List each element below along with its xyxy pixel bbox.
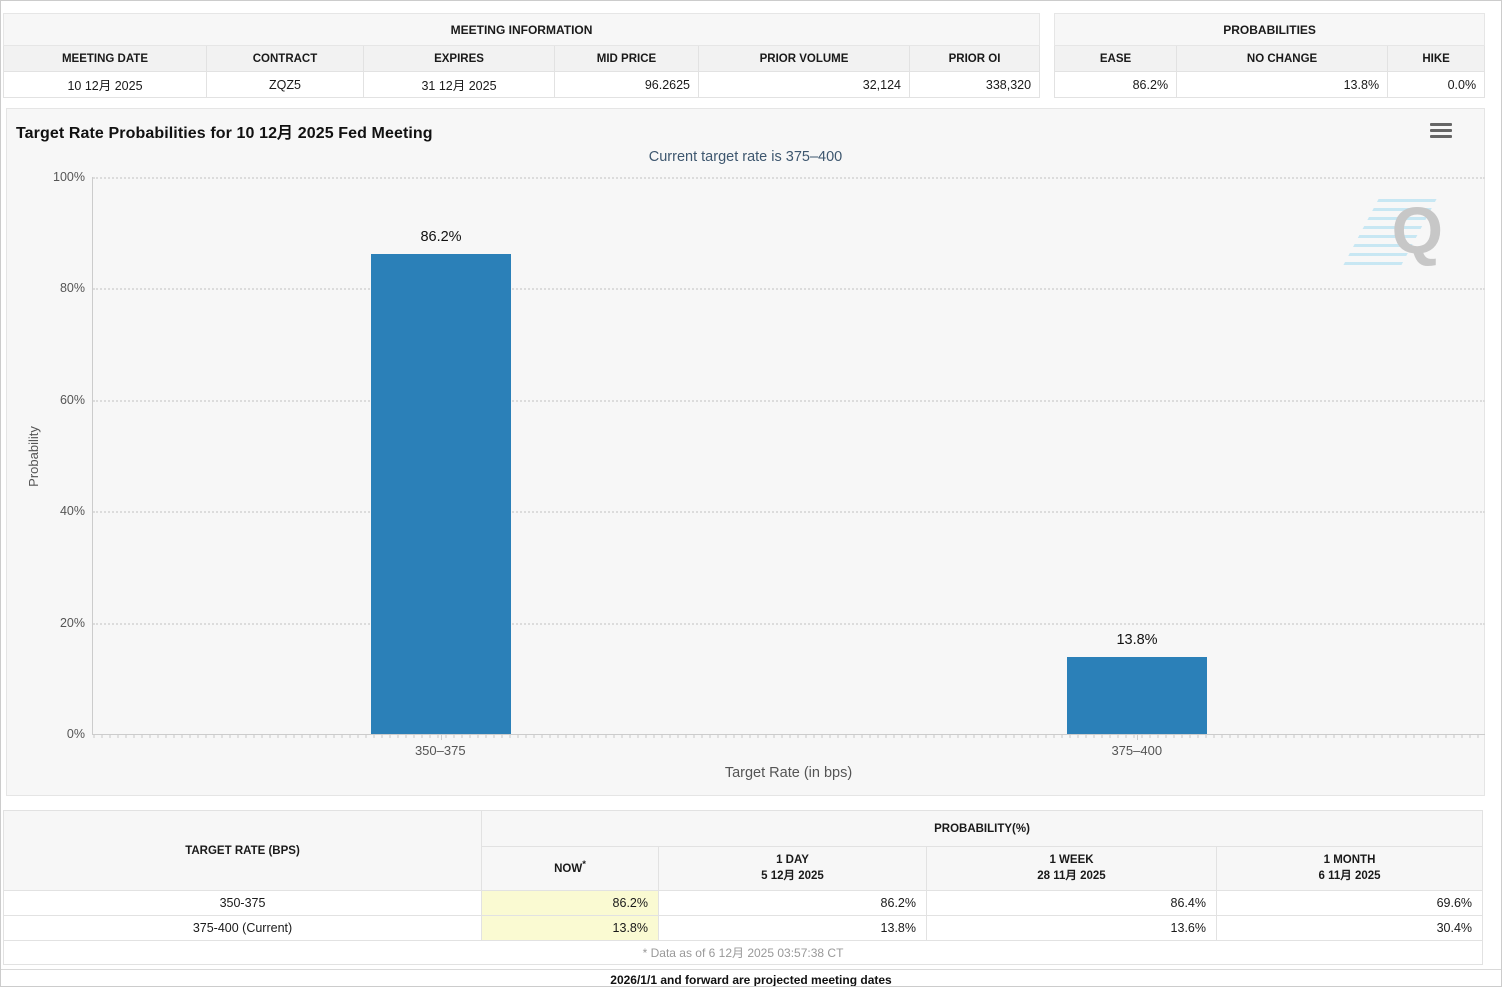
chart-title: Target Rate Probabilities for 10 12月 202…	[16, 119, 433, 143]
header-probability-pct: PROBABILITY(%)	[482, 811, 1483, 847]
table-row: 350-375 86.2% 86.2% 86.4% 69.6%	[4, 891, 1483, 916]
table-row: 375-400 (Current) 13.8% 13.8% 13.6% 30.4…	[4, 916, 1483, 941]
col-contract: CONTRACT	[207, 46, 364, 72]
mid-price-value: 96.2625	[555, 72, 699, 98]
col-mid-price: MID PRICE	[555, 46, 699, 72]
meeting-information-table: MEETING INFORMATION MEETING DATE CONTRAC…	[3, 13, 1040, 98]
plot-area: 0%20%40%60%80%100% 86.2%13.8% Q	[92, 177, 1485, 735]
projected-meeting-dates-note: 2026/1/1 and forward are projected meeti…	[1, 969, 1501, 987]
y-axis-title: Probability	[25, 177, 41, 735]
row2-1week: 13.6%	[927, 916, 1217, 941]
row1-1week: 86.4%	[927, 891, 1217, 916]
y-tick-label: 40%	[60, 504, 85, 518]
probability-history-table: TARGET RATE (BPS) PROBABILITY(%) NOW* 1 …	[3, 810, 1483, 965]
row2-1month: 30.4%	[1217, 916, 1483, 941]
prior-volume-value: 32,124	[699, 72, 910, 98]
col-prior-oi: PRIOR OI	[910, 46, 1040, 72]
expires-value: 31 12月 2025	[364, 72, 555, 98]
col-hike: HIKE	[1388, 46, 1485, 72]
col-1-week: 1 WEEK28 11月 2025	[927, 847, 1217, 891]
bar-series: 86.2% 13.8%	[93, 177, 1485, 734]
probability-history-panel: TARGET RATE (BPS) PROBABILITY(%) NOW* 1 …	[3, 810, 1481, 965]
prior-oi-value: 338,320	[910, 72, 1040, 98]
bar-value-label: 13.8%	[1116, 632, 1157, 648]
col-1-day: 1 DAY5 12月 2025	[659, 847, 927, 891]
data-as-of-footnote: * Data as of 6 12月 2025 03:57:38 CT	[4, 941, 1483, 965]
header-target-rate-bps: TARGET RATE (BPS)	[4, 811, 482, 891]
row1-1day: 86.2%	[659, 891, 927, 916]
quikstrike-watermark-icon: Q	[1373, 195, 1443, 269]
col-expires: EXPIRES	[364, 46, 555, 72]
col-no-change: NO CHANGE	[1177, 46, 1388, 72]
chart-subtitle: Current target rate is 375–400	[7, 149, 1484, 165]
col-prior-volume: PRIOR VOLUME	[699, 46, 910, 72]
col-1-month: 1 MONTH6 11月 2025	[1217, 847, 1483, 891]
top-summary-row: MEETING INFORMATION MEETING DATE CONTRAC…	[1, 1, 1501, 106]
hamburger-menu-icon[interactable]	[1430, 123, 1452, 140]
row1-target-rate: 350-375	[4, 891, 482, 916]
meeting-information-title: MEETING INFORMATION	[4, 14, 1040, 46]
fedwatch-page: MEETING INFORMATION MEETING DATE CONTRAC…	[0, 0, 1502, 987]
y-tick-label: 80%	[60, 281, 85, 295]
row2-1day: 13.8%	[659, 916, 927, 941]
y-tick-label: 0%	[67, 727, 85, 741]
row2-target-rate: 375-400 (Current)	[4, 916, 482, 941]
y-tick-label: 20%	[60, 616, 85, 630]
bar-350–375[interactable]	[371, 254, 511, 734]
row1-now: 86.2%	[482, 891, 659, 916]
no-change-value: 13.8%	[1177, 72, 1388, 98]
target-rate-chart-panel: Target Rate Probabilities for 10 12月 202…	[6, 108, 1485, 796]
x-axis-minor-ticks	[93, 734, 1485, 738]
x-label-375-400: 375–400	[789, 743, 1486, 758]
probabilities-title: PROBABILITIES	[1055, 14, 1485, 46]
col-ease: EASE	[1055, 46, 1177, 72]
y-tick-label: 60%	[60, 393, 85, 407]
col-now: NOW*	[482, 847, 659, 891]
bar-value-label: 86.2%	[420, 229, 461, 245]
bar-375–400[interactable]	[1067, 657, 1207, 734]
probabilities-summary-table: PROBABILITIES EASE NO CHANGE HIKE 86.2% …	[1054, 13, 1485, 98]
x-label-350-375: 350–375	[92, 743, 789, 758]
y-tick-label: 100%	[53, 170, 85, 184]
col-meeting-date: MEETING DATE	[4, 46, 207, 72]
now-asterisk: *	[582, 859, 586, 870]
row1-1month: 69.6%	[1217, 891, 1483, 916]
x-axis-category-labels: 350–375 375–400	[92, 743, 1485, 758]
hike-value: 0.0%	[1388, 72, 1485, 98]
row2-now: 13.8%	[482, 916, 659, 941]
meeting-date-value: 10 12月 2025	[4, 72, 207, 98]
ease-value: 86.2%	[1055, 72, 1177, 98]
contract-value: ZQZ5	[207, 72, 364, 98]
x-axis-title: Target Rate (in bps)	[92, 765, 1485, 781]
